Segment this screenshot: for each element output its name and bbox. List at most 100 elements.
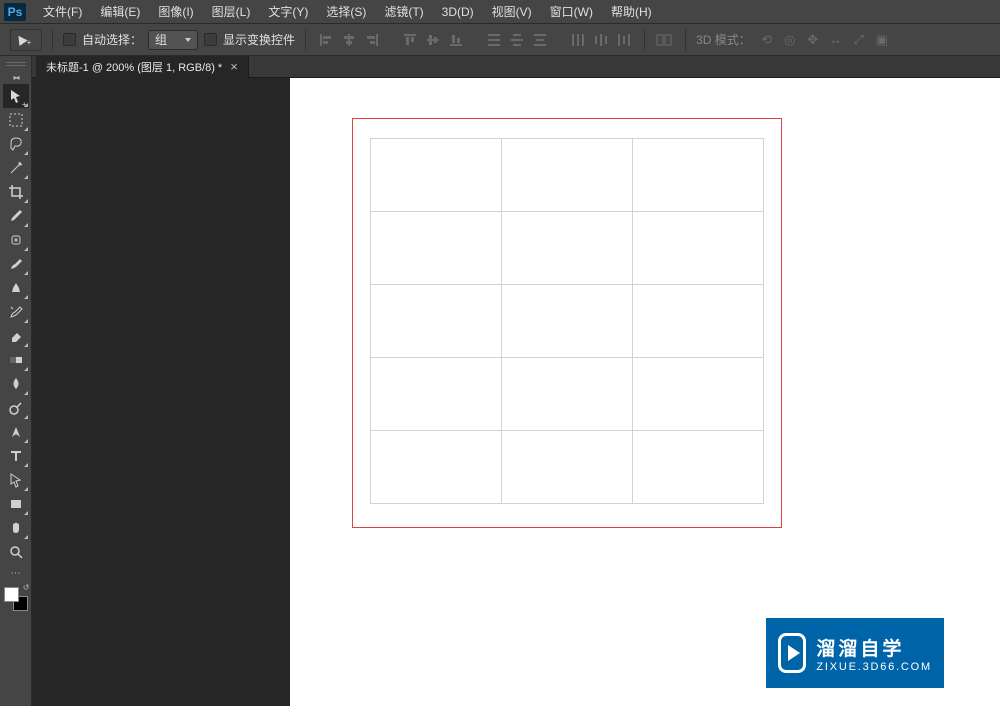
toolbox-grip[interactable] (2, 60, 30, 68)
dodge-tool[interactable] (3, 396, 29, 420)
app-logo-icon: Ps (4, 3, 26, 21)
play-icon (778, 633, 806, 673)
distribute-bottom-icon[interactable] (530, 30, 550, 50)
move-tool-icon (14, 33, 27, 46)
foreground-color-swatch[interactable] (4, 587, 19, 602)
show-transform-label: 显示变换控件 (223, 31, 295, 48)
grid-cell (370, 138, 502, 212)
options-bar: + 自动选择： 组 显示变换控件 3D 模式： ⟲ ◎ ✥ ↔ ⤢ ▣ (0, 24, 1000, 56)
move-tool[interactable]: + (3, 84, 29, 108)
distribute-left-icon[interactable] (568, 30, 588, 50)
separator (305, 29, 306, 51)
pan-icon[interactable]: ✥ (803, 30, 823, 50)
separator (685, 29, 686, 51)
distribute-vcenter-icon[interactable] (507, 30, 527, 50)
align-left-icon[interactable] (316, 30, 336, 50)
grid-cell (370, 430, 502, 504)
align-bottom-icon[interactable] (446, 30, 466, 50)
history-brush-tool[interactable] (3, 300, 29, 324)
menu-edit[interactable]: 编辑(E) (91, 0, 149, 24)
cam-icon[interactable]: ▣ (872, 30, 892, 50)
separator (52, 29, 53, 51)
grid-cell (501, 138, 633, 212)
distribute-top-icon[interactable] (484, 30, 504, 50)
grid-cell (370, 284, 502, 358)
magic-wand-tool[interactable] (3, 156, 29, 180)
pen-tool[interactable] (3, 420, 29, 444)
distribute-hcenter-icon[interactable] (591, 30, 611, 50)
align-group (316, 30, 382, 50)
distribute-right-icon[interactable] (614, 30, 634, 50)
menu-filter[interactable]: 滤镜(T) (375, 0, 432, 24)
canvas[interactable]: 溜溜自学 ZIXUE.3D66.COM (290, 78, 1000, 706)
work-area: 溜溜自学 ZIXUE.3D66.COM (32, 78, 1000, 706)
menu-type[interactable]: 文字(Y) (259, 0, 317, 24)
orbit-icon[interactable]: ⟲ (757, 30, 777, 50)
menu-3d[interactable]: 3D(D) (433, 1, 483, 23)
toolbox-expand-icon[interactable]: ▸◂ (5, 72, 27, 82)
menu-layer[interactable]: 图层(L) (203, 0, 260, 24)
eraser-tool[interactable] (3, 324, 29, 348)
align-right-icon[interactable] (362, 30, 382, 50)
distribute-group-2 (568, 30, 634, 50)
hand-tool[interactable] (3, 516, 29, 540)
auto-select-checkbox[interactable] (63, 33, 76, 46)
document-tab-bar: 未标题-1 @ 200% (图层 1, RGB/8) * × (0, 56, 1000, 78)
distribute-group (484, 30, 550, 50)
type-tool[interactable] (3, 444, 29, 468)
marquee-tool[interactable] (3, 108, 29, 132)
align-vcenter-icon[interactable] (423, 30, 443, 50)
close-tab-icon[interactable]: × (230, 59, 238, 74)
menu-window[interactable]: 窗口(W) (541, 0, 602, 24)
grid-cell (501, 284, 633, 358)
watermark: 溜溜自学 ZIXUE.3D66.COM (766, 618, 944, 688)
zoom-icon[interactable]: ⤢ (849, 30, 869, 50)
zoom-tool[interactable] (3, 540, 29, 564)
blur-tool[interactable] (3, 372, 29, 396)
align-hcenter-icon[interactable] (339, 30, 359, 50)
lasso-tool[interactable] (3, 132, 29, 156)
align-top-icon[interactable] (400, 30, 420, 50)
path-selection-tool[interactable] (3, 468, 29, 492)
rectangle-tool[interactable] (3, 492, 29, 516)
current-tool-indicator[interactable]: + (10, 29, 42, 51)
show-transform-checkbox[interactable] (204, 33, 217, 46)
menu-file[interactable]: 文件(F) (34, 0, 91, 24)
grid-cell (632, 357, 764, 431)
crop-tool[interactable] (3, 180, 29, 204)
menu-help[interactable]: 帮助(H) (602, 0, 661, 24)
menu-bar: Ps 文件(F) 编辑(E) 图像(I) 图层(L) 文字(Y) 选择(S) 滤… (0, 0, 1000, 24)
content-grid (370, 138, 764, 503)
grid-cell (632, 430, 764, 504)
separator (644, 29, 645, 51)
3d-mode-label: 3D 模式： (696, 31, 751, 48)
color-swatches[interactable]: ↺ (3, 586, 29, 612)
menu-view[interactable]: 视图(V) (483, 0, 541, 24)
toolbox: ▸◂ + (0, 56, 32, 706)
auto-select-type-dropdown[interactable]: 组 (148, 30, 198, 50)
auto-select-label: 自动选择： (82, 31, 142, 48)
menu-image[interactable]: 图像(I) (149, 0, 202, 24)
menu-select[interactable]: 选择(S) (317, 0, 375, 24)
grid-cell (370, 211, 502, 285)
grid-cell (632, 284, 764, 358)
grid-cell (632, 211, 764, 285)
gradient-tool[interactable] (3, 348, 29, 372)
clone-stamp-tool[interactable] (3, 276, 29, 300)
grid-cell (501, 357, 633, 431)
tool-subicon: + (27, 38, 32, 47)
swap-colors-icon[interactable]: ↺ (23, 583, 30, 592)
brush-tool[interactable] (3, 252, 29, 276)
auto-select-type-value: 组 (155, 31, 167, 48)
watermark-subtitle: ZIXUE.3D66.COM (816, 661, 932, 673)
edit-toolbar-icon[interactable]: ⋯ (3, 564, 29, 582)
grid-cell (632, 138, 764, 212)
healing-brush-tool[interactable] (3, 228, 29, 252)
document-tab[interactable]: 未标题-1 @ 200% (图层 1, RGB/8) * × (36, 56, 249, 78)
roll-icon[interactable]: ◎ (780, 30, 800, 50)
eyedropper-tool[interactable] (3, 204, 29, 228)
valign-group (400, 30, 466, 50)
auto-align-icon[interactable] (655, 30, 675, 50)
grid-cell (370, 357, 502, 431)
slide-icon[interactable]: ↔ (826, 30, 846, 50)
